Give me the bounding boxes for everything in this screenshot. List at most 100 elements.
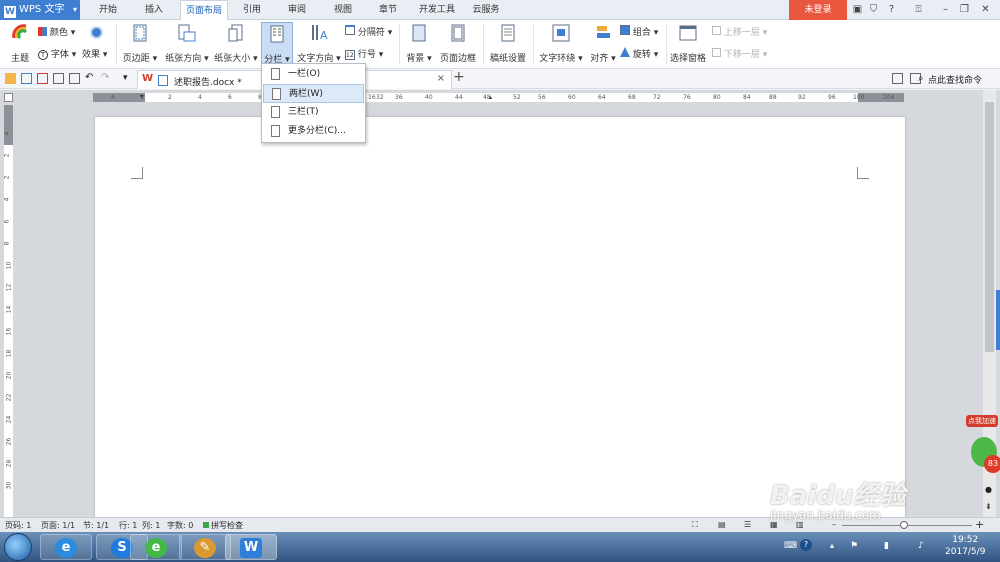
columns-button[interactable]: 分栏 ▾ — [261, 22, 293, 65]
doc-nav-icon[interactable] — [892, 73, 903, 84]
open-icon[interactable] — [5, 73, 16, 84]
speed-up-badge: 点我加速 — [966, 415, 998, 427]
customize-dropdown-icon[interactable]: ▾ — [123, 73, 134, 84]
menu-bar: W WPS 文字 ▾ 开始 插入 页面布局 引用 审阅 视图 章节 开发工具 云服… — [0, 0, 1000, 21]
redo-icon[interactable]: ↷ — [101, 73, 112, 84]
export-pdf-icon[interactable] — [37, 73, 48, 84]
two-columns-item[interactable]: 两栏(W) — [263, 84, 364, 103]
tab-cloud[interactable]: 云服务 — [468, 0, 504, 20]
volume-icon[interactable]: ♪ — [918, 541, 924, 551]
flag-icon[interactable]: ⚑ — [850, 541, 858, 551]
side-panel-toggle[interactable] — [996, 290, 1000, 350]
breaks-label: 分隔符 — [357, 28, 385, 38]
find-command-search[interactable]: 点此查找命令 — [928, 73, 982, 86]
margins-button[interactable]: 页边距 ▾ — [120, 24, 160, 64]
document-workspace: 4224681012141632364044485256606468727680… — [0, 90, 1000, 517]
new-tab-button[interactable]: + — [453, 69, 465, 85]
app-menu-button[interactable]: W WPS 文字 ▾ — [0, 0, 80, 20]
text-direction-button[interactable]: A 文字方向 ▾ — [296, 24, 342, 64]
breaks-button[interactable]: 分隔符 ▾ — [345, 25, 397, 38]
tab-view[interactable]: 视图 — [327, 0, 359, 20]
colors-button[interactable]: 颜色 ▾ — [38, 25, 78, 38]
selection-pane-button[interactable]: 选择窗格 — [668, 24, 708, 64]
keyboard-icon[interactable]: ⌨ — [784, 541, 797, 551]
taskbar-wps[interactable]: W — [225, 534, 277, 560]
ruler-tick-label: 28 — [5, 459, 13, 468]
status-pages: 页面: 1/1 — [41, 521, 76, 530]
page-view-icon[interactable]: ▤ — [718, 520, 726, 529]
tab-insert[interactable]: 插入 — [136, 0, 172, 20]
line-numbers-icon: 12 — [345, 50, 355, 60]
taskbar-browser[interactable]: e — [130, 534, 182, 560]
start-button[interactable] — [4, 533, 32, 561]
group-button[interactable]: 组合 ▾ — [620, 25, 664, 38]
taskbar-ie[interactable]: e — [40, 534, 92, 560]
vertical-ruler[interactable]: 4 2 2 4 6 8 10 12 14 16 18 20 22 24 26 28 30 — [3, 105, 13, 517]
right-indent-marker-icon[interactable]: ▴ — [489, 94, 492, 101]
font-theme-label: 字体 — [50, 50, 69, 60]
minimize-icon[interactable]: – — [939, 3, 952, 16]
network-icon[interactable]: ▮ — [884, 541, 889, 551]
align-button[interactable]: 对齐 ▾ — [588, 24, 618, 64]
three-columns-item[interactable]: 三栏(T) — [263, 103, 364, 122]
bring-forward-button[interactable]: 上移一层 ▾ — [712, 25, 774, 38]
font-theme-icon: T — [38, 50, 48, 60]
help-tray-icon[interactable]: ? — [800, 539, 812, 551]
line-numbers-button[interactable]: 12 行号 ▾ — [345, 47, 387, 60]
close-tab-icon[interactable]: × — [437, 73, 445, 84]
indent-marker-icon[interactable]: ▾ — [140, 93, 143, 100]
effects-button[interactable]: 效果 ▾ — [82, 47, 112, 60]
spell-check-toggle[interactable]: 拼写检查 — [203, 520, 243, 531]
three-columns-icon — [271, 106, 280, 118]
speed-up-widget[interactable]: 点我加速 83 — [966, 415, 1000, 505]
theme-button[interactable]: 主题 — [6, 24, 34, 64]
columns-icon — [270, 25, 284, 43]
background-button[interactable]: 背景 ▾ — [403, 24, 435, 64]
orientation-button[interactable]: 纸张方向 ▾ — [163, 24, 211, 64]
undo-icon[interactable]: ↶ — [85, 73, 96, 84]
tab-page-layout[interactable]: 页面布局 — [180, 0, 228, 21]
show-hidden-icons[interactable]: ▴ — [830, 541, 834, 550]
one-column-item[interactable]: 一栏(O) — [263, 65, 364, 84]
print-icon[interactable] — [53, 73, 64, 84]
effects-icon-button[interactable] — [86, 26, 106, 42]
send-backward-button[interactable]: 下移一层 ▾ — [712, 47, 774, 60]
print-preview-icon[interactable] — [69, 73, 80, 84]
save-icon[interactable] — [21, 73, 32, 84]
horizontal-ruler[interactable]: 4224681012141632364044485256606468727680… — [93, 93, 904, 102]
full-screen-icon[interactable]: ⛶ — [692, 520, 698, 530]
zoom-slider-knob[interactable] — [900, 521, 908, 529]
tab-review[interactable]: 审阅 — [281, 0, 313, 20]
document-page[interactable] — [95, 117, 905, 517]
ruler-tick-label: 72 — [653, 94, 661, 101]
wrap-text-label: 文字环绕 — [539, 54, 576, 64]
rotate-button[interactable]: 旋转 ▾ — [620, 47, 664, 60]
more-columns-item[interactable]: 更多分栏(C)... — [263, 122, 364, 141]
help-icon[interactable]: ? — [885, 3, 898, 16]
outline-view-icon[interactable]: ☰ — [744, 520, 751, 529]
tab-references[interactable]: 引用 — [236, 0, 268, 20]
wps-taskbar-icon: W — [240, 538, 262, 558]
tab-home[interactable]: 开始 — [90, 0, 126, 20]
ribbon-page-layout: 主题 颜色 ▾ T 字体 ▾ 效果 ▾ 页边距 ▾ 纸张方向 ▾ 纸张大小 ▾ … — [0, 20, 1000, 69]
shirt-icon[interactable]: ⛉ — [867, 3, 880, 16]
login-button[interactable]: 未登录 — [789, 0, 847, 20]
scrollbar-thumb[interactable] — [985, 102, 994, 352]
page-border-button[interactable]: 页面边框 — [437, 24, 479, 64]
font-theme-button[interactable]: T 字体 ▾ — [38, 47, 80, 60]
wrap-text-button[interactable]: 文字环绕 ▾ — [538, 24, 584, 64]
ruler-tick-label: 68 — [628, 94, 636, 101]
clock[interactable]: 19:52 2017/5/9 — [945, 534, 985, 558]
skin-icon[interactable]: ▣ — [851, 3, 864, 16]
close-icon[interactable]: ✕ — [979, 3, 992, 16]
restore-icon[interactable]: ❐ — [958, 3, 971, 16]
tab-chapter[interactable]: 章节 — [372, 0, 404, 20]
tab-developer[interactable]: 开发工具 — [414, 0, 460, 20]
tab-stop-selector[interactable] — [4, 93, 13, 102]
paper-size-button[interactable]: 纸张大小 ▾ — [212, 24, 260, 64]
two-columns-label: 两栏(W) — [289, 89, 323, 99]
taskbar-paint[interactable]: ✎ — [179, 534, 231, 560]
draft-settings-button[interactable]: 稿纸设置 — [487, 24, 529, 64]
zoom-in-icon[interactable]: + — [975, 518, 984, 531]
minimize-ribbon-icon[interactable]: ⍐ — [912, 3, 925, 16]
